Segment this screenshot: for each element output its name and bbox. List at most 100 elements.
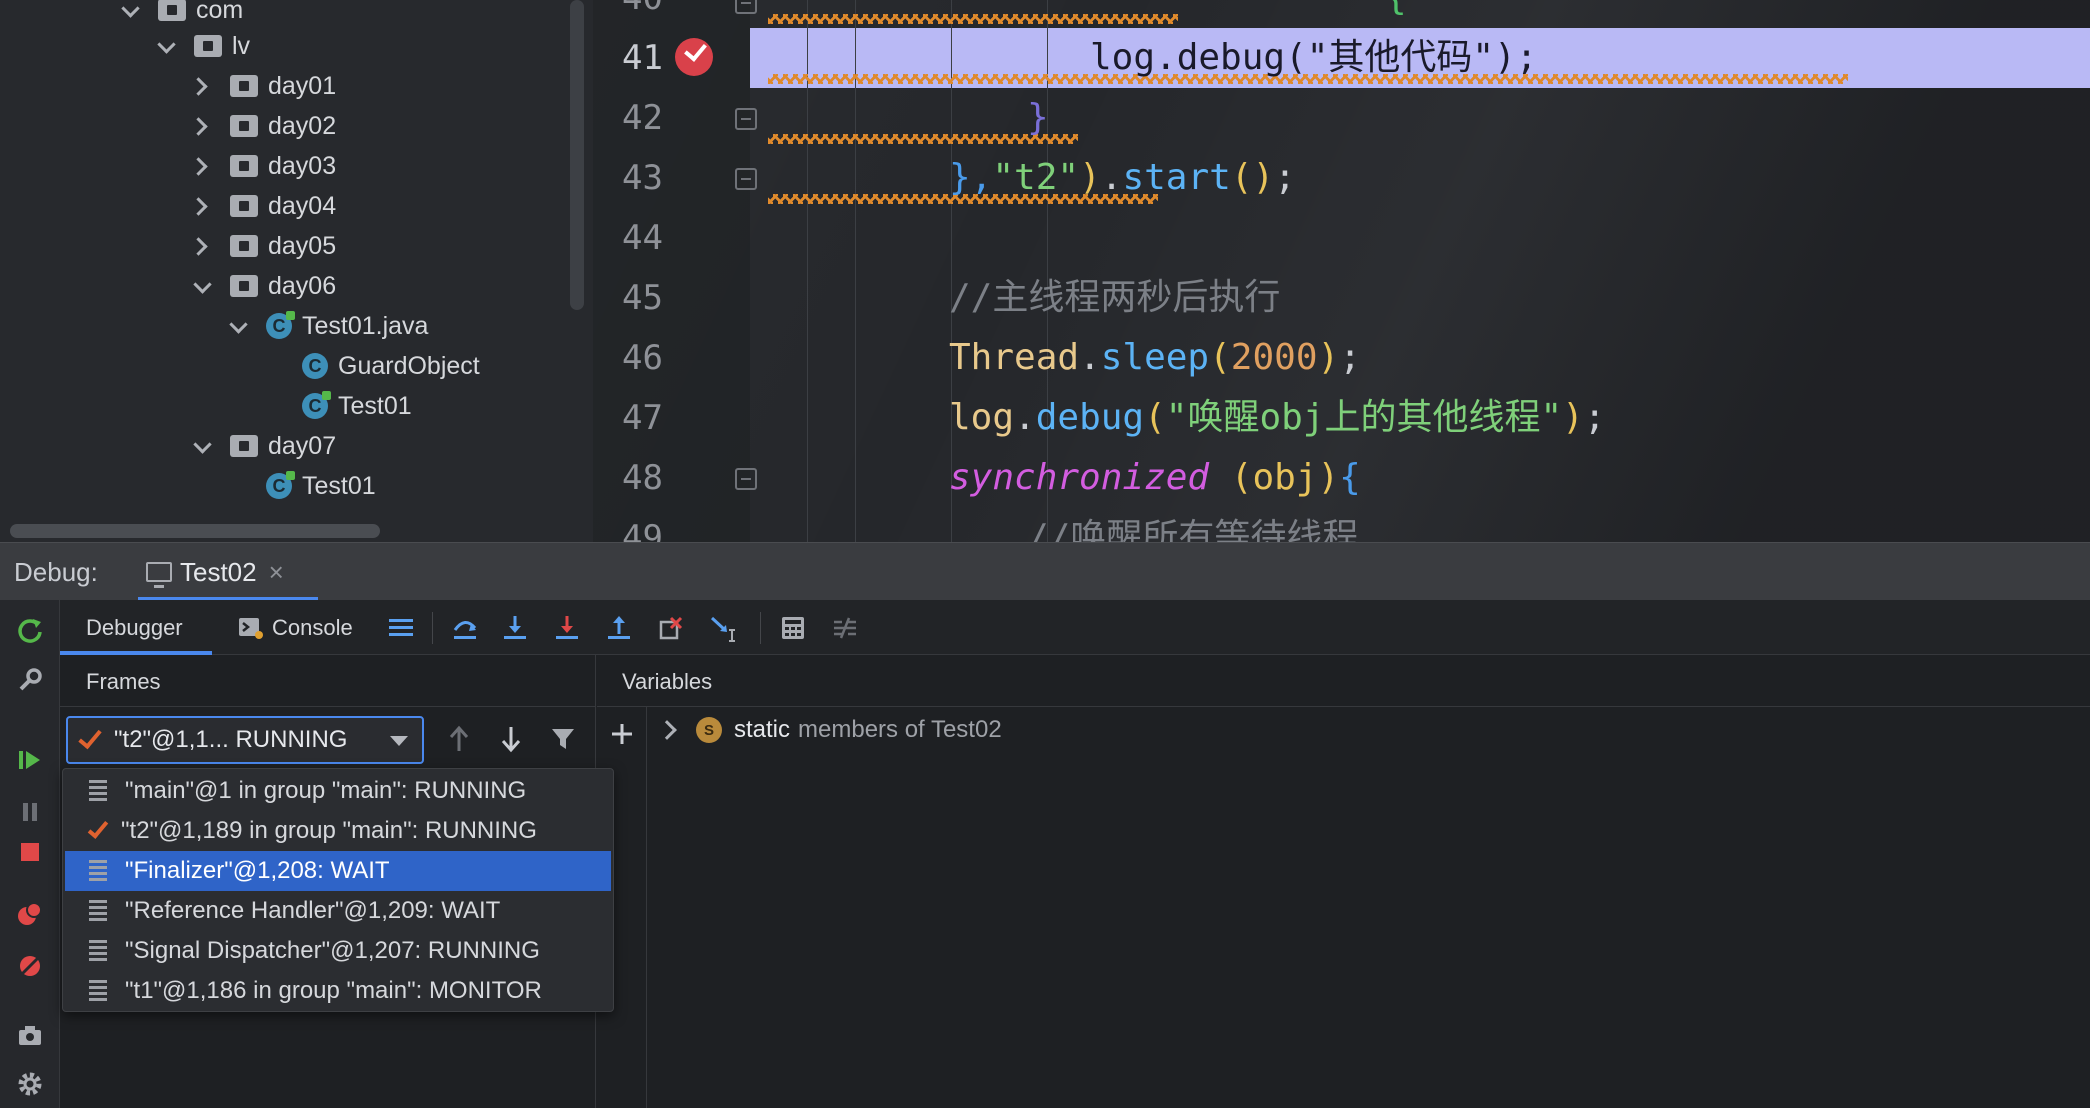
trace-stream-icon[interactable] [830,613,860,643]
tab-debugger[interactable]: Debugger [86,600,183,655]
force-step-into-icon[interactable] [552,613,582,643]
tree-item[interactable]: C Test01 [228,466,376,506]
tree-item[interactable]: day04 [192,186,336,226]
code-token: . [1079,337,1101,378]
debug-session-tab[interactable]: Test02 × [138,543,318,601]
code-editor[interactable]: 40{41log.debug("其他代码");42}43},"t2").star… [593,0,2090,542]
chevron-down-icon[interactable] [156,36,176,56]
tree-item[interactable]: C Test01.java [228,306,428,346]
code-line[interactable]: //主线程两秒后执行 [949,268,1280,328]
code-line[interactable]: log.debug("唤醒obj上的其他线程"); [949,388,1606,448]
view-breakpoints-icon[interactable] [14,898,46,930]
step-out-icon[interactable] [604,613,634,643]
variables-tree-row[interactable]: S static members of Test02 [657,712,1002,748]
variables-header: Variables [597,655,2090,707]
thread-icon [89,980,107,1002]
tree-horizontal-scrollbar[interactable] [10,524,380,538]
code-line[interactable]: },"t2").start(); [949,148,1296,208]
fold-icon[interactable] [735,0,757,14]
variable-keyword: static [734,716,791,743]
chevron-right-icon[interactable] [192,116,212,136]
fold-icon[interactable] [735,468,757,490]
variables-side-toolbar [597,707,647,1108]
code-line[interactable]: } [1027,88,1049,148]
thread-list-item[interactable]: "t2"@1,189 in group "main": RUNNING [65,811,611,851]
thread-list-item[interactable]: "Reference Handler"@1,209: WAIT [65,891,611,931]
thread-label: "Signal Dispatcher"@1,207: RUNNING [125,937,540,964]
drop-frame-icon[interactable] [656,613,686,643]
chevron-right-icon[interactable] [192,236,212,256]
code-token: . [1100,157,1123,198]
gear-icon[interactable] [14,1068,46,1100]
tree-item[interactable]: day06 [192,266,336,306]
chevron-right-icon[interactable] [657,720,677,740]
thread-selector-dropdown[interactable]: "t2"@1,1... RUNNING [66,716,424,764]
tab-console-label: Console [272,614,353,640]
chevron-down-icon[interactable] [192,276,212,296]
run-to-cursor-icon[interactable] [708,613,738,643]
resume-icon[interactable] [14,744,46,776]
step-into-icon[interactable] [500,613,530,643]
chevron-right-icon[interactable] [192,76,212,96]
folder-icon [158,0,186,21]
code-line[interactable]: //唤醒所有等待线程 [1027,508,1358,542]
chevron-down-icon[interactable] [192,436,212,456]
code-line[interactable]: { [1385,0,1407,28]
next-frame-icon[interactable] [494,722,528,756]
tree-item[interactable]: C Test01 [264,386,412,426]
code-line[interactable]: Thread.sleep(2000); [949,328,1361,388]
chevron-down-icon[interactable] [120,0,140,20]
chevron-right-icon[interactable] [192,196,212,216]
camera-icon[interactable] [14,1020,46,1052]
folder-icon [230,275,258,297]
stop-icon[interactable] [14,836,46,868]
chevron-right-icon[interactable] [192,156,212,176]
tree-item[interactable]: day03 [192,146,336,186]
add-watch-icon[interactable] [607,719,637,749]
tree-item-label: Test01 [338,391,412,420]
previous-frame-icon[interactable] [442,722,476,756]
line-number: 44 [622,218,663,258]
step-over-icon[interactable] [450,613,480,643]
thread-list-item[interactable]: "t1"@1,186 in group "main": MONITOR [65,971,611,1011]
tree-item-label: Test01 [302,471,376,500]
code-token: "t2" [992,157,1080,198]
thread-list-item[interactable]: "Signal Dispatcher"@1,207: RUNNING [65,931,611,971]
fold-icon[interactable] [735,108,757,130]
fold-icon[interactable] [735,168,757,190]
thread-list-item[interactable]: "Finalizer"@1,208: WAIT [65,851,611,891]
code-token: { [1385,0,1407,18]
tree-item[interactable]: C GuardObject [264,346,480,386]
evaluate-expression-icon[interactable] [778,613,808,643]
close-icon[interactable]: × [269,557,284,588]
mute-breakpoints-icon[interactable] [14,950,46,982]
code-line[interactable]: synchronized (obj){ [949,448,1361,508]
filter-icon[interactable] [546,722,580,756]
pause-icon[interactable] [14,796,46,828]
tree-item[interactable]: lv [156,26,250,66]
thread-label: "Reference Handler"@1,209: WAIT [125,897,501,924]
thread-list-item[interactable]: "main"@1 in group "main": RUNNING [65,771,611,811]
class-icon: C [302,391,331,419]
tree-item[interactable]: day01 [192,66,336,106]
tree-vertical-scrollbar[interactable] [570,0,584,310]
line-number: 42 [622,98,663,138]
check-icon [87,817,109,839]
rerun-icon[interactable] [14,614,46,646]
tree-item-label: com [196,0,244,24]
breakpoint-icon[interactable] [675,38,713,76]
tree-item[interactable]: day07 [192,426,336,466]
tree-item[interactable]: day05 [192,226,336,266]
line-number: 47 [622,398,663,438]
tab-debugger-label: Debugger [86,614,183,640]
tree-item[interactable]: day02 [192,106,336,146]
static-members-icon: S [696,717,722,743]
toolbar-separator [432,612,433,644]
code-line[interactable]: log.debug("其他代码"); [1090,28,1537,88]
tab-console[interactable]: Console [238,600,353,655]
thread-label: "Finalizer"@1,208: WAIT [125,857,390,884]
folder-icon [230,235,258,257]
chevron-down-icon[interactable] [228,316,248,336]
settings-wrench-icon[interactable] [14,664,46,696]
thread-list-menu-icon[interactable] [386,613,416,643]
